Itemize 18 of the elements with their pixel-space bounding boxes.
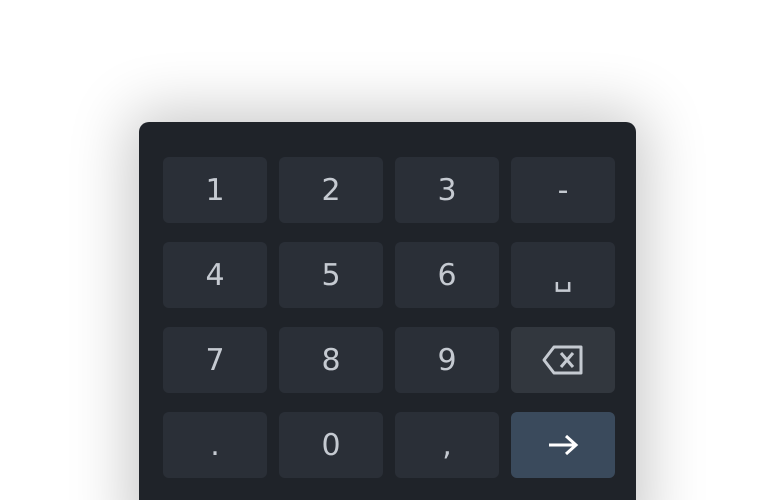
key-button[interactable]: 4 [163, 242, 267, 308]
backspace-icon [542, 345, 584, 375]
key-button[interactable]: 2 [279, 157, 383, 223]
backspace-button[interactable] [511, 327, 615, 393]
key-button[interactable]: 5 [279, 242, 383, 308]
key-button[interactable]: 9 [395, 327, 499, 393]
key-button[interactable]: - [511, 157, 615, 223]
key-button[interactable]: 8 [279, 327, 383, 393]
key-button[interactable]: 6 [395, 242, 499, 308]
key-button[interactable]: ␣ [511, 242, 615, 308]
key-button[interactable]: 0 [279, 412, 383, 478]
key-button[interactable]: . [163, 412, 267, 478]
key-button[interactable]: , [395, 412, 499, 478]
key-button[interactable]: 3 [395, 157, 499, 223]
key-button[interactable]: 1 [163, 157, 267, 223]
arrow-icon [547, 433, 579, 457]
enter-button[interactable] [511, 412, 615, 478]
key-button[interactable]: 7 [163, 327, 267, 393]
